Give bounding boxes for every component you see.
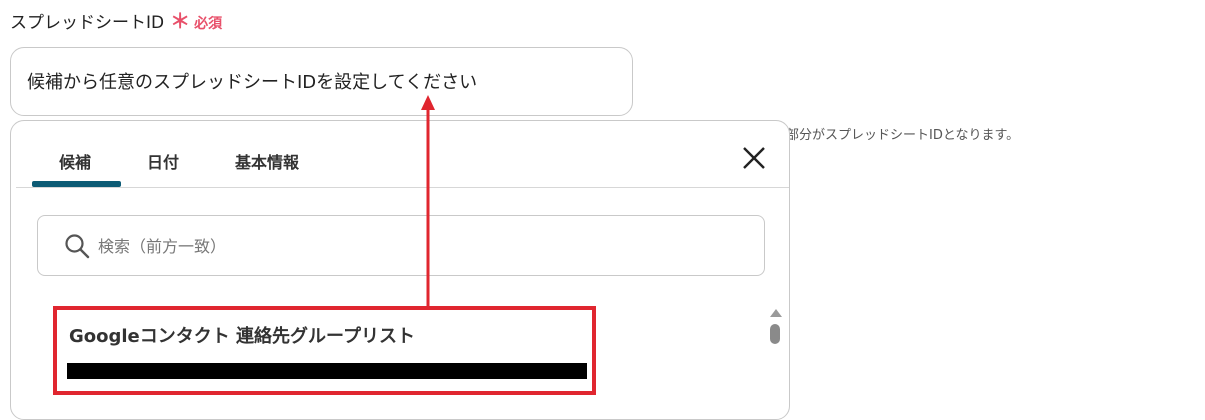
required-badge: 必須 xyxy=(194,16,223,32)
close-button[interactable] xyxy=(739,143,769,173)
suggestion-title: Googleコンタクト 連絡先グループリスト xyxy=(69,326,415,347)
close-icon xyxy=(743,147,765,169)
spreadsheet-id-input[interactable]: 候補から任意のスプレッドシートIDを設定してください xyxy=(10,47,633,116)
redacted-spreadsheet-id xyxy=(67,363,587,379)
suggestion-popup: 候補 日付 基本情報 Googleコンタクト 連絡先グループリスト xyxy=(10,120,790,420)
hint-text: 部分がスプレッドシートIDとなります。 xyxy=(786,128,1020,143)
search-input[interactable] xyxy=(96,216,700,277)
tabs-divider xyxy=(16,187,789,188)
tab-basic-info[interactable]: 基本情報 xyxy=(235,149,299,173)
tab-candidates[interactable]: 候補 xyxy=(59,149,91,173)
suggestion-item[interactable]: Googleコンタクト 連絡先グループリスト xyxy=(53,306,596,395)
spreadsheet-id-placeholder: 候補から任意のスプレッドシートIDを設定してください xyxy=(27,72,478,93)
popup-tabs: 候補 日付 基本情報 xyxy=(11,121,789,188)
scrollbar-thumb[interactable] xyxy=(770,324,780,344)
field-label: スプレッドシートID ＊必須 xyxy=(10,5,222,34)
tab-date[interactable]: 日付 xyxy=(147,149,179,173)
search-box[interactable] xyxy=(37,215,765,277)
field-label-text: スプレッドシートID xyxy=(10,13,165,33)
search-icon xyxy=(65,234,90,259)
required-asterisk-icon: ＊ xyxy=(170,9,191,33)
scroll-up-icon[interactable] xyxy=(769,308,783,318)
